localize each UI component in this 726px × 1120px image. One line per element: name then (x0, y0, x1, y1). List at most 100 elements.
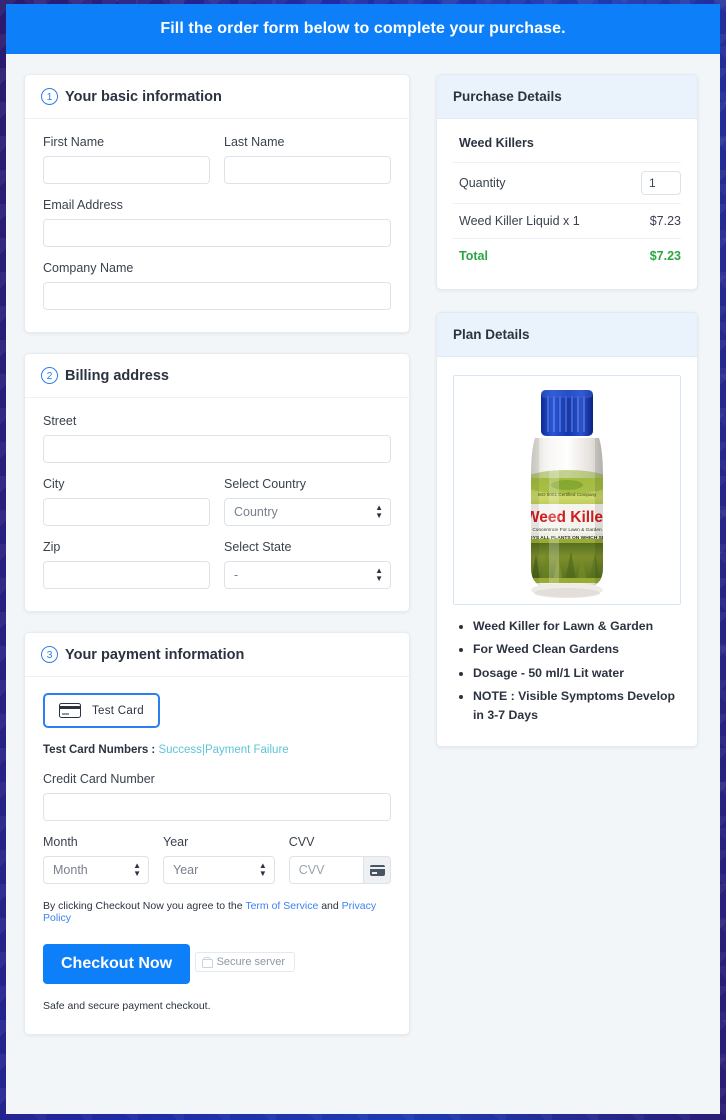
list-item: For Weed Clean Gardens (473, 640, 681, 658)
line-item-row: Weed Killer Liquid x 1 $7.23 (453, 203, 681, 238)
purchase-details-body: Weed Killers Quantity Weed Killer Liquid… (437, 119, 697, 289)
line-item-label: Weed Killer Liquid x 1 (459, 214, 580, 228)
country-select[interactable]: Country (224, 498, 391, 526)
billing-address-title: Billing address (65, 367, 169, 384)
city-country-row: City Select Country Country ▲ ▼ (43, 477, 391, 540)
list-item: Weed Killer for Lawn & Garden (473, 617, 681, 635)
credit-card-number-group: Credit Card Number (43, 772, 391, 821)
last-name-input[interactable] (224, 156, 391, 184)
cvv-hint-button[interactable] (363, 856, 391, 884)
terms-and: and (321, 900, 339, 912)
cvv-input-group (288, 856, 391, 884)
svg-text:ISO 9001 Certified Company: ISO 9001 Certified Company (538, 492, 597, 497)
zip-state-row: Zip Select State - ▲ ▼ (43, 540, 391, 589)
payment-information-title: Your payment information (65, 646, 245, 663)
credit-card-icon (59, 703, 81, 718)
city-label: City (43, 477, 65, 491)
test-card-button-label: Test Card (92, 704, 144, 717)
payment-information-card: 3 Your payment information Test Card Tes… (24, 632, 410, 1035)
line-item-amount: $7.23 (649, 214, 681, 228)
state-select-wrap: - ▲ ▼ (224, 561, 391, 589)
street-input[interactable] (43, 435, 391, 463)
email-input[interactable] (43, 219, 391, 247)
basic-information-body: First Name Last Name Email Address Compa… (25, 119, 409, 332)
city-group: City (43, 477, 210, 526)
credit-card-icon (369, 864, 385, 876)
total-row: Total $7.23 (453, 238, 681, 273)
state-select[interactable]: - (224, 561, 391, 589)
test-card-numbers-label: Test Card Numbers : (43, 744, 156, 756)
payment-information-body: Test Card Test Card Numbers : Success|Pa… (25, 677, 409, 1034)
cvv-input[interactable] (288, 856, 363, 884)
month-label: Month (43, 835, 78, 849)
credit-card-number-label: Credit Card Number (43, 772, 155, 786)
plan-details-title: Plan Details (437, 313, 697, 357)
basic-information-header: 1 Your basic information (25, 75, 409, 119)
zip-label: Zip (43, 540, 61, 554)
total-amount: $7.23 (649, 249, 681, 263)
checkout-now-button[interactable]: Checkout Now (43, 943, 191, 984)
company-input[interactable] (43, 282, 391, 310)
basic-information-card: 1 Your basic information First Name Last… (24, 74, 410, 333)
terms-notice: By clicking Checkout Now you agree to th… (43, 900, 391, 924)
summary-column: Purchase Details Weed Killers Quantity W… (436, 74, 698, 769)
email-label: Email Address (43, 198, 123, 212)
state-group: Select State - ▲ ▼ (224, 540, 391, 589)
list-item: Dosage - 50 ml/1 Lit water (473, 664, 681, 682)
step-number-badge: 3 (41, 646, 58, 663)
first-name-label: First Name (43, 135, 105, 149)
form-column: 1 Your basic information First Name Last… (24, 74, 410, 1055)
month-group: Month Month ▲ ▼ (43, 835, 150, 884)
lock-icon (201, 956, 213, 968)
year-select[interactable]: Year (163, 856, 275, 884)
billing-address-header: 2 Billing address (25, 354, 409, 398)
purchase-details-panel: Purchase Details Weed Killers Quantity W… (436, 74, 698, 290)
company-group: Company Name (43, 261, 391, 310)
safe-payment-note: Safe and secure payment checkout. (43, 999, 211, 1012)
step-number-badge: 1 (41, 88, 58, 105)
month-select[interactable]: Month (43, 856, 150, 884)
state-label: Select State (224, 540, 292, 554)
billing-address-body: Street City Select Country Country ▲ ▼ Z… (25, 398, 409, 611)
credit-card-number-input[interactable] (43, 793, 391, 821)
street-group: Street (43, 414, 391, 463)
quantity-label: Quantity (459, 176, 506, 190)
secure-server-badge: Secure server (194, 952, 296, 972)
country-group: Select Country Country ▲ ▼ (224, 477, 391, 526)
terms-prefix: By clicking Checkout Now you agree to th… (43, 900, 243, 912)
city-input[interactable] (43, 498, 210, 526)
basic-information-title: Your basic information (65, 88, 222, 105)
total-label: Total (459, 249, 488, 263)
product-image-frame: ISO 9001 Certified Company Weed Killer C… (453, 375, 681, 605)
month-select-wrap: Month ▲ ▼ (43, 856, 150, 884)
zip-group: Zip (43, 540, 210, 589)
year-label: Year (163, 835, 189, 849)
secure-server-label: Secure server (216, 956, 286, 968)
list-item: NOTE : Visible Symptoms Develop in 3-7 D… (473, 687, 681, 724)
main-layout: 1 Your basic information First Name Last… (6, 54, 720, 1055)
email-group: Email Address (43, 198, 391, 247)
plan-bullet-list: Weed Killer for Lawn & Garden For Weed C… (473, 617, 681, 724)
purchase-details-title: Purchase Details (437, 75, 697, 119)
cvv-label: CVV (288, 835, 315, 849)
payment-information-header: 3 Your payment information (25, 633, 409, 677)
zip-input[interactable] (43, 561, 210, 589)
first-name-group: First Name (43, 135, 210, 184)
quantity-row: Quantity (453, 162, 681, 203)
country-label: Select Country (224, 477, 306, 491)
test-card-success-link[interactable]: Success (158, 744, 201, 756)
purchase-product-name: Weed Killers (459, 136, 534, 150)
test-card-button[interactable]: Test Card (43, 693, 160, 728)
plan-details-body: ISO 9001 Certified Company Weed Killer C… (437, 357, 697, 746)
quantity-input[interactable] (641, 171, 681, 195)
test-card-numbers-row: Test Card Numbers : Success|Payment Fail… (43, 744, 391, 756)
street-label: Street (43, 414, 77, 428)
product-image-weed-killer-bottle: ISO 9001 Certified Company Weed Killer C… (531, 390, 603, 598)
test-card-failure-link[interactable]: Payment Failure (205, 744, 289, 756)
terms-of-service-link[interactable]: Term of Service (245, 900, 318, 912)
cvv-group: CVV (288, 835, 391, 884)
expiry-cvv-row: Month Month ▲ ▼ Year Year ▲ ▼ CVV CVV (43, 835, 391, 884)
checkout-page: Fill the order form below to complete yo… (6, 4, 720, 1114)
first-name-input[interactable] (43, 156, 210, 184)
country-select-wrap: Country ▲ ▼ (224, 498, 391, 526)
